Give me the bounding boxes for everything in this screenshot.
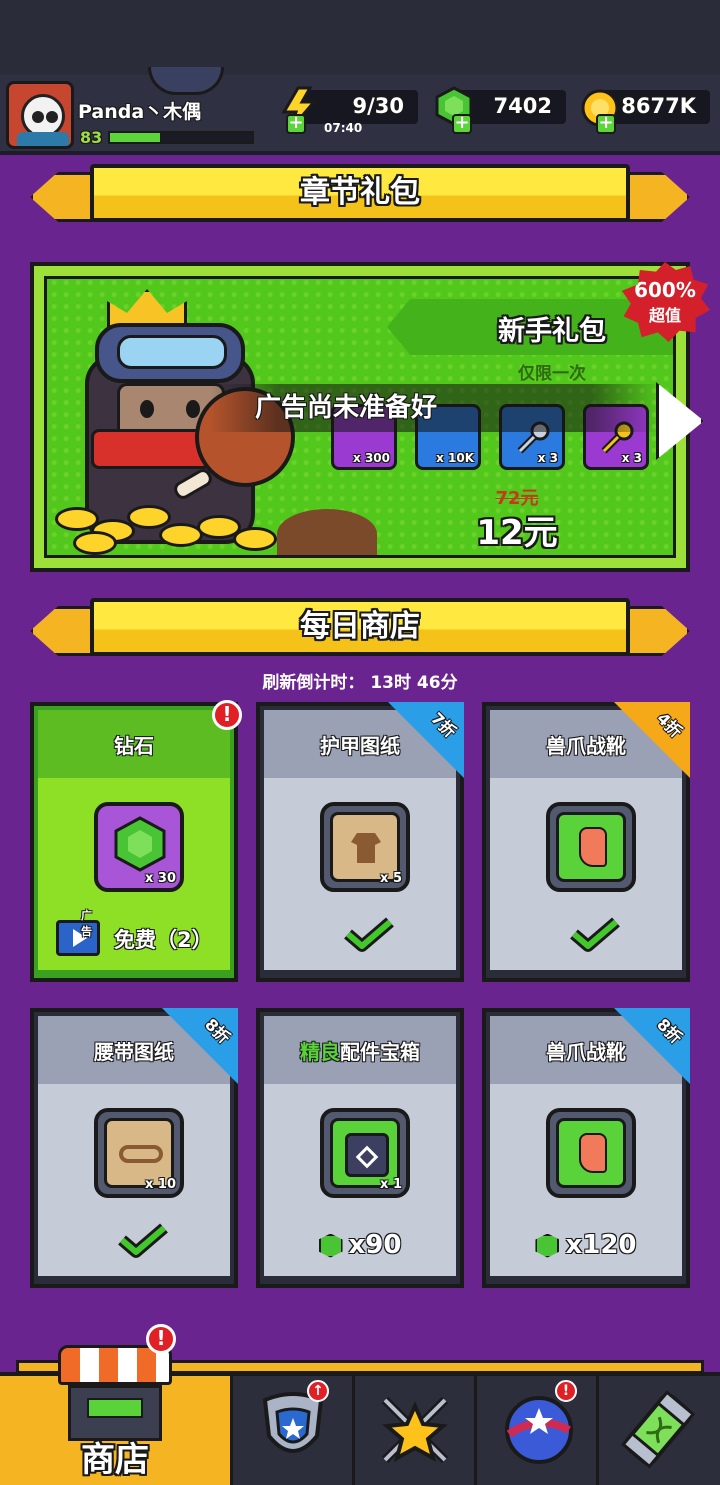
daily-shop-banner-title: 每日商店	[90, 598, 630, 656]
xp-bar	[108, 131, 254, 144]
player-level: 83	[80, 128, 103, 147]
item-count: x 1	[380, 1177, 402, 1192]
gold-value: 8677K	[621, 94, 696, 118]
system-status-bar	[0, 0, 720, 75]
item-count: x 10	[144, 1177, 176, 1192]
gem-icon	[114, 816, 166, 872]
shop-card-gems[interactable]: 钻石 x 30 广告 免费（2）	[30, 702, 238, 982]
add-gems-button[interactable]: +	[452, 114, 472, 134]
claw-boots-icon	[556, 812, 626, 882]
talent-orb-icon	[505, 1396, 573, 1464]
chapter-pack-banner-title: 章节礼包	[90, 164, 630, 222]
equipment-shield-icon	[262, 1392, 324, 1453]
player-name: Panda丶木偶	[78, 101, 202, 123]
purchased-check-icon	[570, 917, 620, 952]
item-count: x 5	[380, 871, 402, 886]
upgrade-arrow-icon: ↑	[307, 1380, 329, 1402]
refresh-label: 刷新倒计时：	[262, 673, 365, 693]
shop-card-claw-boots[interactable]: 兽爪战靴 4折	[482, 702, 690, 982]
purchased-check-icon	[118, 1223, 168, 1258]
free-count-label: 免费（2）	[114, 928, 213, 952]
pet-peek-icon	[148, 67, 224, 95]
pack-subtitle: 仅限一次	[518, 364, 586, 384]
gem-price[interactable]: x120	[490, 1230, 682, 1260]
nav-tab-shop-label: 商店	[81, 1440, 149, 1480]
daily-shop-banner: 每日商店	[30, 598, 690, 662]
alert-badge-icon: !	[146, 1324, 176, 1354]
shop-stall-icon	[58, 1345, 172, 1441]
dna-capsule-icon	[621, 1390, 696, 1469]
shop-card-armor-blueprint[interactable]: 护甲图纸 x 5 7折	[256, 702, 464, 982]
ad-not-ready-toast: 广告尚未准备好	[210, 384, 660, 432]
shop-card-accessory-chest[interactable]: 精良配件宝箱 x 1 x90	[256, 1008, 464, 1288]
chapter-pack-banner: 章节礼包	[30, 164, 690, 228]
energy-timer: 07:40	[324, 121, 363, 135]
energy-value: 9/30	[352, 94, 404, 118]
gem-icon	[318, 1233, 343, 1258]
battle-star-icon	[381, 1396, 449, 1464]
card-name: 钻石	[114, 734, 154, 758]
card-name: 精良配件宝箱	[300, 1040, 420, 1064]
nav-tab-equipment[interactable]: ↑	[230, 1376, 352, 1485]
gem-price[interactable]: x90	[264, 1230, 456, 1260]
alert-badge-icon: !	[212, 700, 242, 730]
watch-ad-free-button[interactable]: 广告 免费（2）	[56, 909, 236, 960]
gem-icon	[535, 1233, 560, 1258]
player-avatar[interactable]	[6, 81, 74, 149]
xp-bar-fill	[110, 133, 160, 142]
refresh-time: 13时 46分	[370, 673, 458, 693]
gem-value: 7402	[493, 94, 552, 118]
add-energy-button[interactable]: +	[286, 114, 306, 134]
nav-tab-talent[interactable]: !	[474, 1376, 596, 1485]
shop-card-belt-blueprint[interactable]: 腰带图纸 x 10 8折	[30, 1008, 238, 1288]
claw-boots-icon	[556, 1118, 626, 1188]
alert-badge-icon: !	[555, 1380, 577, 1402]
nav-tab-evolution[interactable]	[596, 1376, 718, 1485]
video-ad-icon: 广告	[56, 909, 100, 956]
item-count: x 30	[144, 871, 176, 886]
nav-tab-battle[interactable]	[352, 1376, 474, 1485]
purchased-check-icon	[344, 917, 394, 952]
shop-card-claw-boots-2[interactable]: 兽爪战靴 x120 8折	[482, 1008, 690, 1288]
refresh-countdown: 刷新倒计时： 13时 46分	[0, 668, 720, 693]
add-gold-button[interactable]: +	[596, 114, 616, 134]
pack-price: 12元	[476, 513, 558, 553]
